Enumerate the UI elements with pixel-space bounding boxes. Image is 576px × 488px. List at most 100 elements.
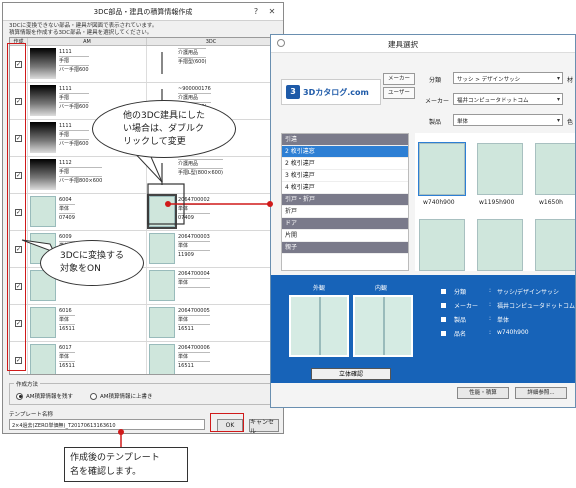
- table-row[interactable]: ✓ 6004 単体 07409 2064700002 単体 07409: [10, 194, 276, 231]
- detail-colon: :: [489, 287, 492, 294]
- category-item[interactable]: 2 枚引違窓: [282, 146, 408, 158]
- dc-code: ~900000176: [178, 86, 211, 94]
- radio-dot-icon[interactable]: [16, 392, 23, 400]
- maker-label: メーカー: [425, 98, 450, 105]
- class-label: 分類: [429, 77, 442, 84]
- detail-colon: :: [489, 301, 492, 308]
- category-header[interactable]: 引戸・折戸: [282, 194, 408, 206]
- detail-colon: :: [489, 329, 492, 336]
- am-name: バー手摺600: [59, 141, 89, 147]
- am-name: バー手摺600: [59, 67, 89, 73]
- am-cell[interactable]: 1111 手摺 バー手摺600: [28, 46, 147, 82]
- am-cell[interactable]: 6004 単体 07409: [28, 194, 147, 230]
- dc-thumbnail[interactable]: [149, 344, 175, 374]
- dc-thumbnail[interactable]: [149, 307, 175, 338]
- conversion-grid: 作成 AM 3DC ✓ 1111 手摺 バー手摺600 介護用品 手摺型(600) ✓ 111…: [9, 37, 277, 375]
- dc-thumbnail[interactable]: [149, 159, 175, 190]
- callout-line: 対象をON: [60, 264, 101, 274]
- table-row[interactable]: ✓ 6016 単体 16511 2064700005 単体 16511: [10, 305, 276, 342]
- dialog1-titlebar: 3DC部品・建具の積算情報作成 ? ✕: [3, 3, 283, 21]
- product-thumb[interactable]: [535, 219, 575, 271]
- am-type: 単体: [59, 205, 75, 214]
- dc-thumbnail[interactable]: [149, 233, 175, 264]
- performance-button[interactable]: 性能・積算: [457, 387, 509, 399]
- outer-view-image: [289, 295, 349, 357]
- table-row[interactable]: ✓ 1112 手摺 バー手摺800×600 介護用品 手摺L型(800×600): [10, 157, 276, 194]
- stock-info-dialog: 3DC部品・建具の積算情報作成 ? ✕ 3DCに変換できない部品・建具が図面で表…: [2, 2, 284, 435]
- dc-cell[interactable]: 2064700003 単体 11909: [147, 231, 276, 267]
- radio-keep-am[interactable]: AM積算情報を残す: [16, 392, 73, 400]
- am-cell[interactable]: 6016 単体 16511: [28, 305, 147, 341]
- inner-view-label: 内観: [375, 285, 388, 292]
- category-header[interactable]: 引違: [282, 134, 408, 146]
- 3d-confirm-button[interactable]: 立体確認: [311, 368, 391, 380]
- product-gallery: w740h900 w1195h900 w1650h: [415, 133, 575, 271]
- dc-info: 2064700005 単体 16511: [178, 307, 210, 339]
- cancel-button[interactable]: キャンセル: [249, 419, 279, 435]
- product-thumb[interactable]: [477, 143, 523, 195]
- callout-change-fitting: 他の3DC建具にした い場合は、ダブルク リックして変更: [92, 100, 236, 158]
- table-row[interactable]: ✓1111手摺バー手摺600介護用品手摺型(600): [10, 46, 276, 83]
- help-icon[interactable]: ?: [249, 6, 263, 17]
- dc-cell[interactable]: 2064700005 単体 16511: [147, 305, 276, 341]
- category-header[interactable]: ドア: [282, 218, 408, 230]
- class-select[interactable]: サッシ > デザインサッシ: [453, 72, 563, 84]
- product-thumb[interactable]: [535, 143, 575, 195]
- grid-header: 作成 AM 3DC: [10, 38, 276, 46]
- detail-maker-row: メーカー: [441, 301, 478, 310]
- dc-name: 16511: [178, 326, 194, 332]
- dc-cell[interactable]: 介護用品手摺型(600): [147, 46, 276, 82]
- close-icon[interactable]: ✕: [265, 6, 279, 17]
- dc-cell[interactable]: 2064700006 単体 16511: [147, 342, 276, 374]
- category-header[interactable]: 親子: [282, 242, 408, 254]
- dc-info: 介護用品手摺型(600): [178, 48, 207, 80]
- category-item[interactable]: 片開: [282, 230, 408, 242]
- dialog1-description: 3DCに変換できない部品・建具が図面で表示されています。 積算情報を作成する3D…: [9, 23, 157, 37]
- category-item[interactable]: 3 枚引違戸: [282, 170, 408, 182]
- category-item[interactable]: 2 枚引違戸: [282, 158, 408, 170]
- color-label: 色: [567, 119, 574, 126]
- am-code: 1111: [59, 48, 89, 57]
- dc-thumbnail[interactable]: [147, 194, 177, 229]
- category-item[interactable]: 4 枚引違戸: [282, 182, 408, 194]
- am-name: 16511: [59, 326, 75, 332]
- product-thumb[interactable]: [418, 142, 466, 196]
- am-thumbnail: [30, 344, 56, 374]
- dc-cell[interactable]: 2064700004 単体: [147, 268, 276, 304]
- product-thumb[interactable]: [477, 219, 523, 271]
- am-name: 16511: [59, 363, 75, 369]
- dc-cell[interactable]: 介護用品 手摺L型(800×600): [147, 157, 276, 193]
- dc-thumbnail[interactable]: [149, 48, 175, 79]
- callout-line: 名を確認します。: [70, 467, 142, 477]
- am-cell[interactable]: 1112 手摺 バー手摺800×600: [28, 157, 147, 193]
- description-line: 積算情報を作成する3DC部品・建具を選択してください。: [9, 30, 153, 36]
- column-header-am[interactable]: AM: [28, 38, 147, 45]
- dc-info: 2064700006 単体 16511: [178, 344, 210, 374]
- detail-button[interactable]: 詳細参照...: [515, 387, 567, 399]
- dc-cell[interactable]: 2064700002 単体 07409: [147, 194, 276, 230]
- radio-keep-label: AM積算情報を残す: [26, 394, 74, 400]
- maker-select[interactable]: 福井コンピュータドットコム: [453, 93, 563, 105]
- am-type: 手摺: [59, 168, 103, 177]
- radio-dot-icon[interactable]: [90, 392, 97, 400]
- column-header-3dc[interactable]: 3DC: [147, 38, 276, 45]
- radio-overwrite-am[interactable]: AM積算情報に上書き: [90, 392, 153, 400]
- product-thumb[interactable]: [419, 219, 465, 271]
- dc-thumbnail[interactable]: [149, 270, 175, 301]
- product-select[interactable]: 単体: [453, 114, 563, 126]
- am-info: 6017 単体 16511: [59, 344, 75, 374]
- product-label: 製品: [429, 119, 442, 126]
- category-item[interactable]: 折戸: [282, 206, 408, 218]
- detail-maker-value: 福井コンピュータドットコム: [497, 303, 576, 310]
- template-name-field[interactable]: 2×4過去(ZERO単価無)_T20170613163610: [9, 419, 205, 430]
- am-cell[interactable]: 6017 単体 16511: [28, 342, 147, 374]
- product-label: w1195h900: [479, 199, 515, 206]
- tab-user[interactable]: ユーザー: [383, 87, 415, 99]
- table-row[interactable]: ✓ 6017 単体 16511 2064700006 単体 16511: [10, 342, 276, 374]
- catalog-logo: 3 3Dカタログ.com: [281, 79, 381, 105]
- detail-name-row: 品名: [441, 329, 466, 338]
- tab-maker[interactable]: メーカー: [383, 73, 415, 85]
- dc-code: 2064700006: [178, 345, 210, 353]
- category-list[interactable]: 引違 2 枚引違窓 2 枚引違戸 3 枚引違戸 4 枚引違戸 引戸・折戸 折戸 ドア 片開 親子: [281, 133, 409, 271]
- dc-info: 2064700002 単体 07409: [178, 196, 210, 228]
